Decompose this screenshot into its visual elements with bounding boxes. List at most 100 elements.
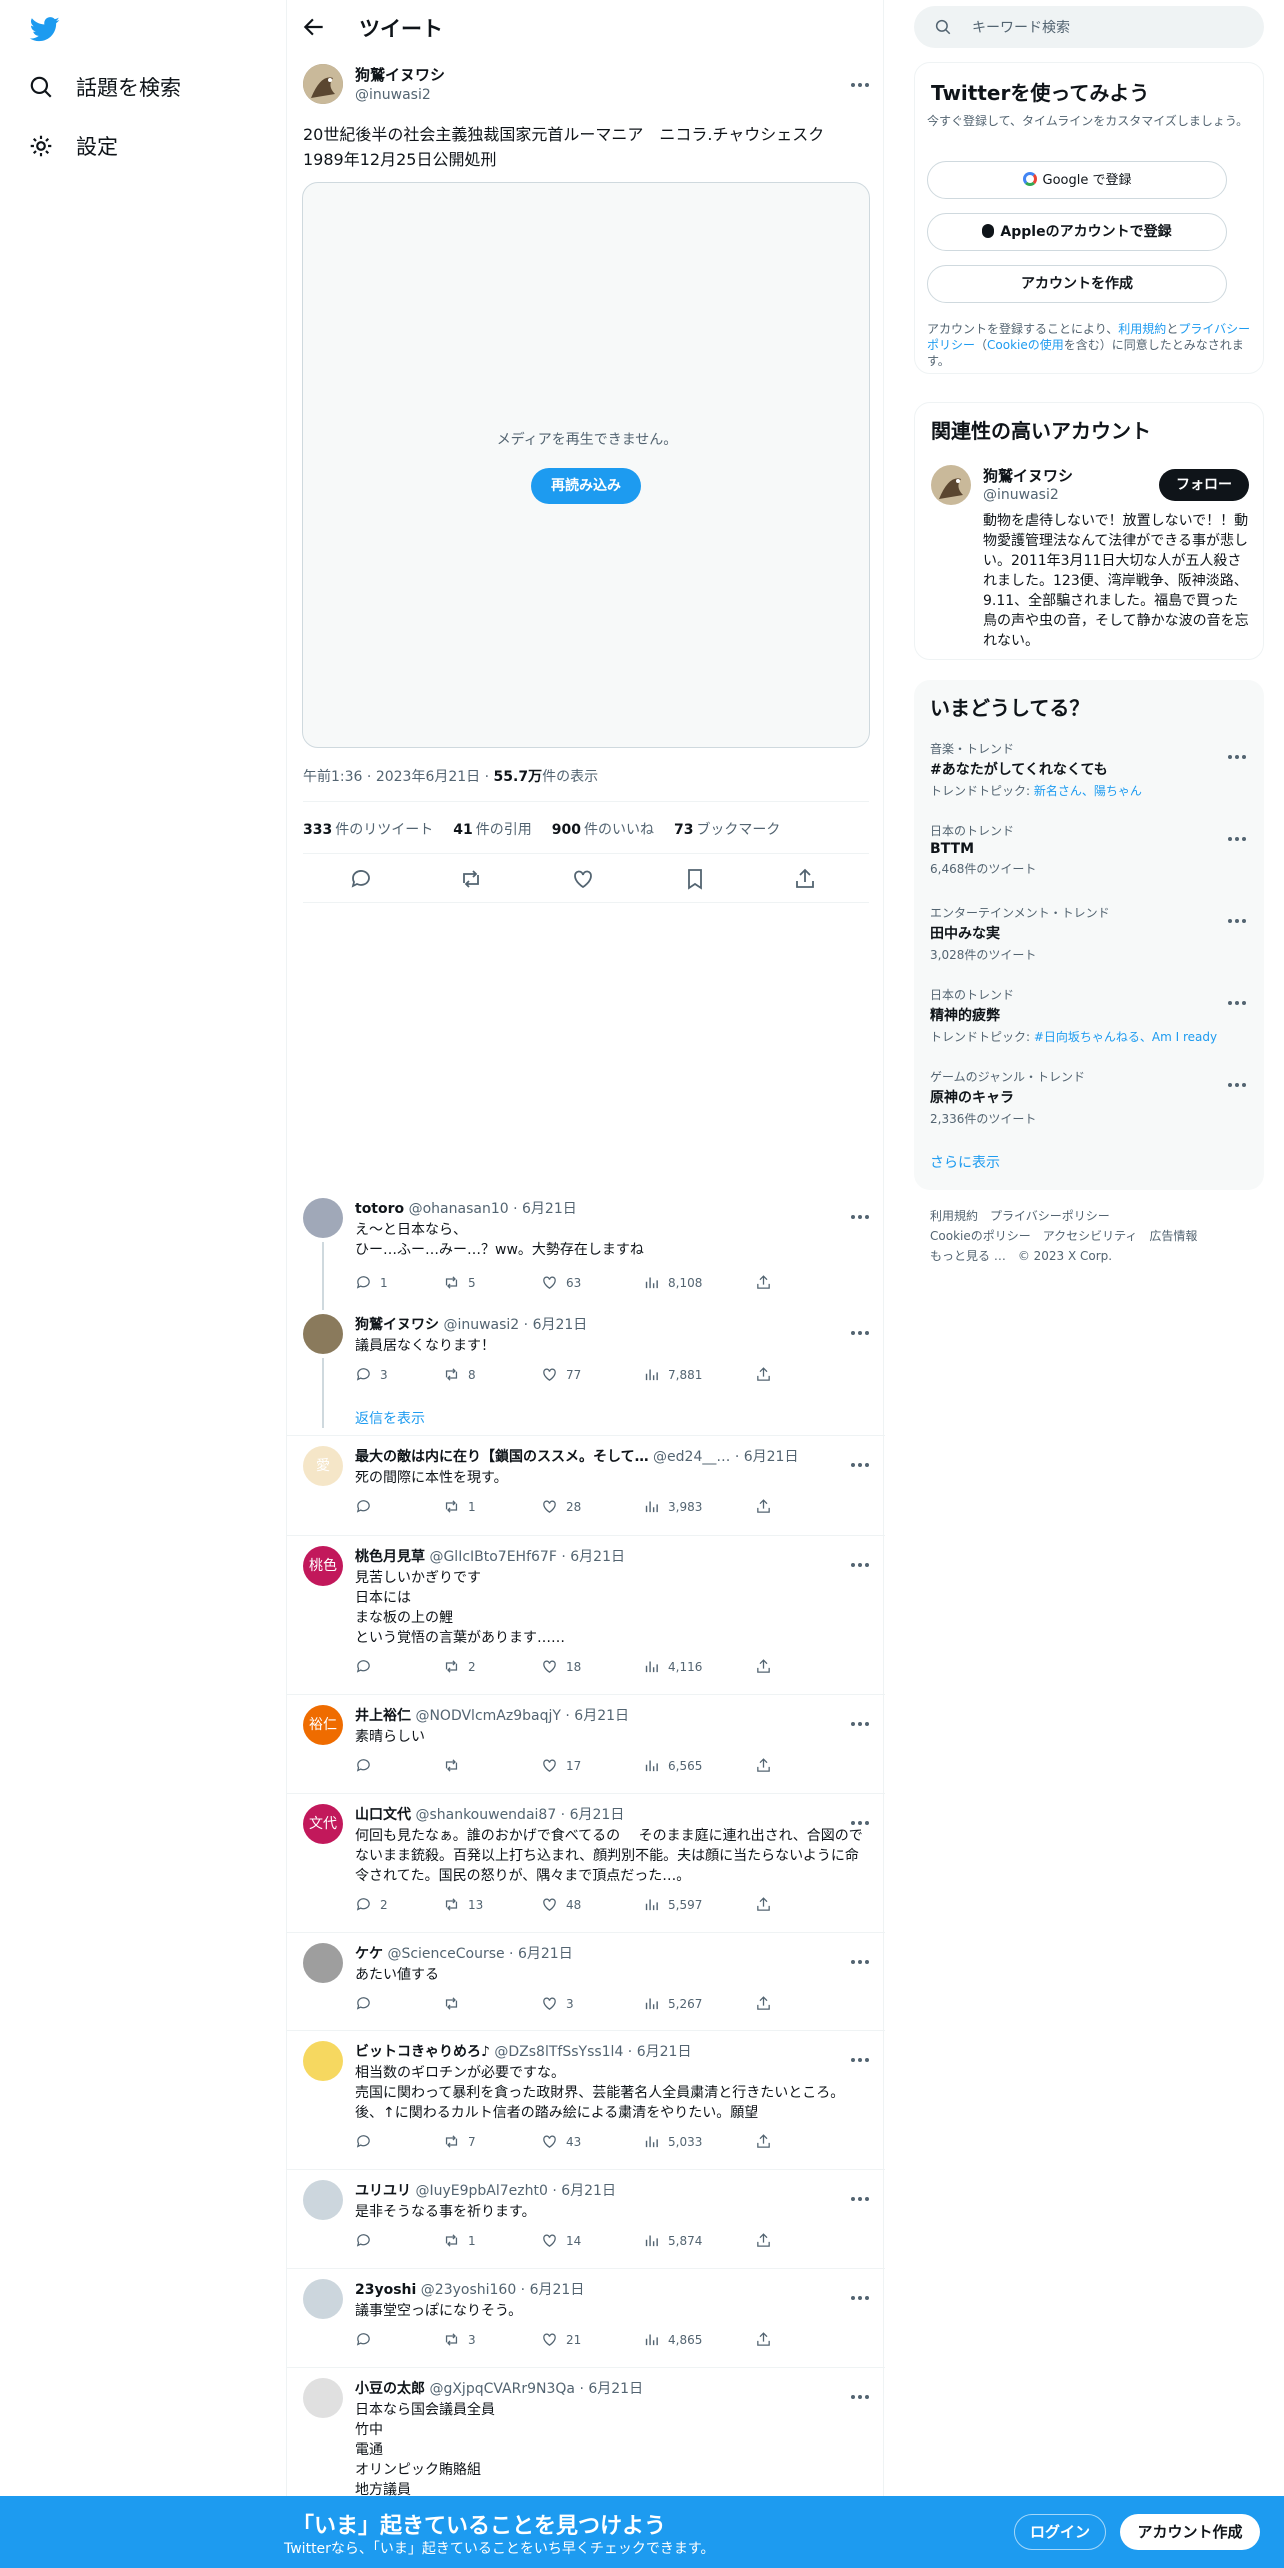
reply-avatar[interactable] (303, 2378, 343, 2418)
reply-author-handle[interactable]: @ScienceCourse (387, 1946, 504, 1962)
tweet-author-name[interactable]: 狗鷲イヌワシ (355, 64, 445, 85)
reply-avatar[interactable] (303, 2041, 343, 2081)
trend-item[interactable]: 日本のトレンド 精神的疲弊 トレンドトピック: #日向坂ちゃんねる、Am I rea… (930, 986, 1250, 1045)
retweet-button[interactable]: 3 (443, 2331, 476, 2348)
reply-date[interactable]: 6月21日 (561, 2183, 616, 2199)
share-button[interactable] (755, 1896, 780, 1913)
retweet-button[interactable]: 8 (443, 1366, 476, 1383)
reply-date[interactable]: 6月21日 (744, 1449, 799, 1465)
reply-date[interactable]: 6月21日 (570, 1549, 625, 1565)
reply-author-name[interactable]: ユリユリ (355, 2183, 411, 2199)
reply-author-handle[interactable]: @23yoshi160 (421, 2282, 516, 2298)
show-more-link[interactable]: さらに表示 (930, 1152, 1000, 1172)
views-button[interactable]: 5,033 (643, 2133, 702, 2150)
reply-date[interactable]: 6月21日 (570, 1807, 625, 1823)
more-icon[interactable] (851, 1949, 873, 1964)
more-icon[interactable] (1228, 744, 1250, 759)
reply-author-name[interactable]: 最大の敵は内に在り【鎖国のススメ。そして… (355, 1449, 649, 1465)
reply-date[interactable]: 6月21日 (530, 2282, 585, 2298)
more-icon[interactable] (851, 2285, 873, 2300)
more-icon[interactable] (851, 1552, 873, 1567)
more-icon[interactable] (851, 2384, 873, 2399)
share-button[interactable] (755, 1498, 780, 1515)
retweet-button[interactable]: 5 (443, 1274, 476, 1291)
related-avatar[interactable] (931, 465, 971, 505)
share-button[interactable] (755, 1658, 780, 1675)
retweet-button[interactable]: 1 (443, 1498, 476, 1515)
retweet-button[interactable]: 1 (443, 2232, 476, 2249)
more-icon[interactable] (1228, 990, 1250, 1005)
reply-date[interactable]: 6月21日 (588, 2381, 643, 2397)
related-handle[interactable]: @inuwasi2 (983, 487, 1059, 503)
like-button[interactable]: 18 (541, 1658, 581, 1675)
quotes-stat[interactable]: 41 件の引用 (453, 819, 531, 839)
reply-avatar[interactable]: 桃色 (303, 1546, 343, 1586)
more-icon[interactable] (851, 1320, 873, 1335)
share-button[interactable] (755, 1757, 780, 1774)
retweet-button[interactable]: 13 (443, 1896, 483, 1913)
like-icon[interactable] (571, 867, 595, 891)
reply-button[interactable]: 3 (355, 1366, 388, 1383)
reply-date[interactable]: 6月21日 (533, 1317, 588, 1333)
views-button[interactable]: 4,865 (643, 2331, 702, 2348)
footer-line-3[interactable]: もっと見る … © 2023 X Corp. (930, 1246, 1197, 1266)
retweet-button[interactable] (443, 1995, 468, 2012)
reply-avatar[interactable] (303, 2180, 343, 2220)
bookmark-icon[interactable] (683, 867, 707, 891)
tweet-author-block[interactable]: 狗鷲イヌワシ @inuwasi2 (355, 64, 445, 103)
more-icon[interactable] (1228, 1072, 1250, 1087)
reply-avatar[interactable]: 愛 (303, 1446, 343, 1486)
reply-button[interactable]: 2 (355, 1896, 388, 1913)
reply-button[interactable] (355, 2331, 380, 2348)
reply-button[interactable] (355, 1995, 380, 2012)
trend-item[interactable]: ゲームのジャンル・トレンド 原神のキャラ 2,336件のツイート (930, 1068, 1250, 1127)
more-icon[interactable] (851, 1452, 873, 1467)
reply-author-handle[interactable]: @GlIcIBto7EHf67F (429, 1549, 556, 1565)
back-arrow-icon[interactable] (301, 14, 327, 40)
trend-item[interactable]: エンターテインメント・トレンド 田中みな実 3,028件のツイート (930, 904, 1250, 963)
nav-settings[interactable]: 設定 (28, 131, 118, 161)
reply-author-name[interactable]: totoro (355, 1201, 404, 1217)
share-button[interactable] (755, 1274, 780, 1291)
footer-line-2[interactable]: Cookieのポリシー アクセシビリティ 広告情報 (930, 1226, 1197, 1246)
reply-button[interactable]: 1 (355, 1274, 388, 1291)
reply-avatar[interactable]: 文代 (303, 1804, 343, 1844)
likes-stat[interactable]: 900 件のいいね (552, 819, 654, 839)
share-button[interactable] (755, 1366, 780, 1383)
share-button[interactable] (755, 2232, 780, 2249)
retweet-icon[interactable] (459, 867, 483, 891)
reply-date[interactable]: 6月21日 (637, 2044, 692, 2060)
share-button[interactable] (755, 2133, 780, 2150)
views-button[interactable]: 6,565 (643, 1757, 702, 1774)
retweet-button[interactable]: 7 (443, 2133, 476, 2150)
reply-author-name[interactable]: ケケ (355, 1946, 383, 1962)
reply-author-name[interactable]: 山口文代 (355, 1807, 411, 1823)
reply-author-handle[interactable]: @ed24__… (653, 1449, 730, 1465)
login-button[interactable]: ログイン (1014, 2514, 1106, 2550)
signup-button[interactable]: アカウント作成 (1120, 2514, 1260, 2550)
reply-author-name[interactable]: ビットコきゃりめろ♪ (355, 2044, 490, 2060)
views-button[interactable]: 5,267 (643, 1995, 702, 2012)
reply-author-name[interactable]: 23yoshi (355, 2282, 416, 2298)
like-button[interactable]: 28 (541, 1498, 581, 1515)
tweet-author-avatar[interactable] (303, 64, 343, 104)
reply-author-handle[interactable]: @NODVlcmAz9baqjY (415, 1708, 560, 1724)
more-icon[interactable] (851, 2047, 873, 2062)
views-button[interactable]: 8,108 (643, 1274, 702, 1291)
like-button[interactable]: 43 (541, 2133, 581, 2150)
reply-author-handle[interactable]: @inuwasi2 (443, 1317, 519, 1333)
reply-avatar[interactable] (303, 1943, 343, 1983)
like-button[interactable]: 21 (541, 2331, 581, 2348)
reply-date[interactable]: 6月21日 (518, 1946, 573, 1962)
twitter-bird-icon[interactable] (28, 14, 62, 44)
tweet-date[interactable]: 2023年6月21日 (376, 769, 480, 785)
views-button[interactable]: 3,983 (643, 1498, 702, 1515)
reply-avatar[interactable] (303, 1198, 343, 1238)
retweets-stat[interactable]: 333 件のリツイート (303, 819, 433, 839)
reply-author-handle[interactable]: @DZs8lTfSsYss1l4 (494, 2044, 623, 2060)
terms-link[interactable]: 利用規約 (1118, 322, 1166, 336)
trend-item[interactable]: 日本のトレンド BTTM 6,468件のツイート (930, 822, 1250, 877)
reply-author-handle[interactable]: @IuyE9pbAl7ezht0 (415, 2183, 547, 2199)
reply-button[interactable] (355, 2232, 380, 2249)
like-button[interactable]: 48 (541, 1896, 581, 1913)
